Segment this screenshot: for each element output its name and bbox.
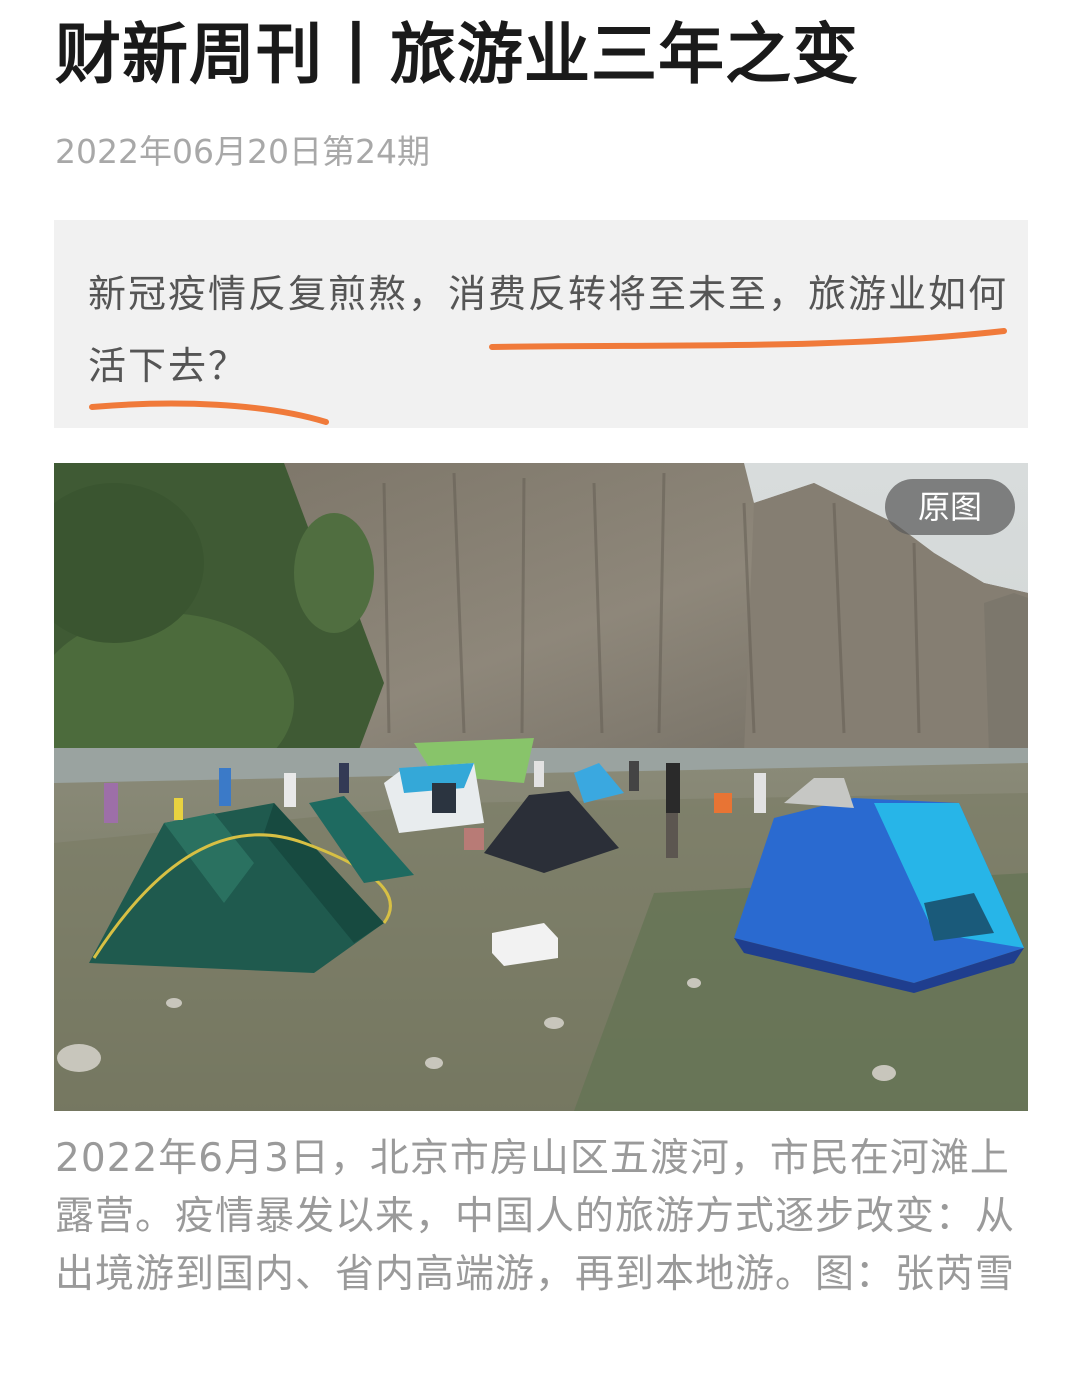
issue-date: 2022年06月20日第24期 xyxy=(55,132,430,171)
article-photo[interactable]: 原图 xyxy=(54,463,1028,1111)
photo-caption: 2022年6月3日，北京市房山区五渡河，市民在河滩上露营。疫情暴发以来，中国人的… xyxy=(55,1136,1016,1297)
article-title: 财新周刊丨旅游业三年之变 xyxy=(55,16,859,93)
camping-scene xyxy=(54,463,1028,1111)
underline-stroke-2 xyxy=(89,400,329,425)
original-image-button[interactable]: 原图 xyxy=(885,479,1015,535)
summary-box: 新冠疫情反复煎熬，消费反转将至未至，旅游业如何活下去？ xyxy=(54,220,1028,428)
summary-text: 新冠疫情反复煎熬，消费反转将至未至，旅游业如何活下去？ xyxy=(88,272,1009,388)
